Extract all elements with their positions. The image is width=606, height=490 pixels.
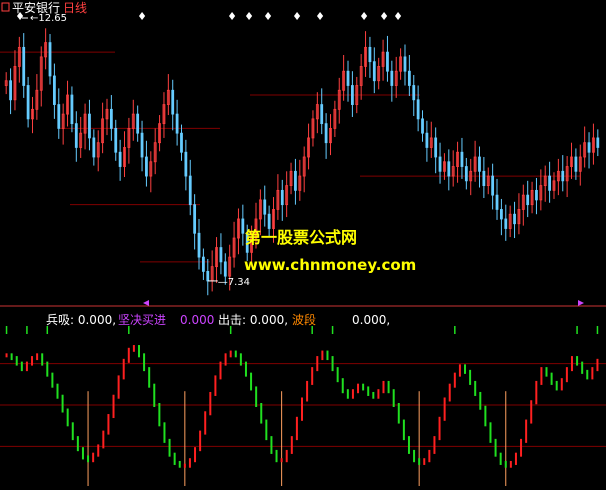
price-candle	[294, 170, 297, 191]
watermark-title: 第一股票公式网	[245, 228, 357, 247]
price-candle	[57, 104, 61, 129]
price-candle	[70, 94, 74, 125]
price-candle	[535, 189, 538, 201]
price-candle	[267, 213, 271, 229]
watermark-url: www.chnmoney.com	[244, 256, 416, 274]
price-candle	[425, 132, 429, 148]
price-candle	[118, 151, 122, 167]
price-candle	[390, 70, 394, 86]
price-candle	[201, 256, 205, 272]
indicator-label-2: 坚决买进	[118, 313, 166, 327]
price-candle	[478, 156, 481, 172]
price-candle	[596, 137, 600, 148]
price-candle	[26, 85, 30, 120]
price-low-label: —7.34	[218, 277, 250, 288]
price-candle	[491, 175, 495, 196]
indicator-label-3: 出击: 0.000,	[218, 313, 288, 327]
price-candle	[548, 175, 552, 191]
signal-dot: ♦	[227, 10, 237, 23]
price-candle	[88, 113, 91, 139]
signal-dot: ♦	[379, 10, 389, 23]
price-candle	[171, 89, 175, 115]
price-candle	[48, 42, 52, 77]
price-candle	[421, 118, 424, 134]
price-candle	[109, 108, 113, 129]
price-candle	[92, 137, 96, 158]
price-candle	[74, 123, 78, 148]
price-candle	[223, 261, 227, 277]
price-candle	[561, 170, 565, 182]
signal-dot: ♦	[137, 10, 147, 23]
price-candle	[460, 151, 464, 167]
price-candle	[197, 232, 201, 258]
price-candle	[372, 61, 376, 82]
price-candle	[574, 156, 578, 172]
price-candle	[184, 151, 188, 177]
signal-dot: ♦	[359, 10, 369, 23]
price-candle	[526, 194, 530, 206]
indicator-value-4: 0.000,	[352, 313, 390, 327]
price-candle	[280, 189, 284, 206]
price-candle	[22, 46, 26, 86]
price-candle	[114, 127, 118, 153]
price-candle	[263, 199, 267, 215]
price-candle	[495, 194, 499, 210]
price-high-label: ←12.65	[30, 13, 67, 24]
price-candle	[219, 247, 223, 263]
price-candle	[386, 51, 389, 72]
price-candle	[145, 156, 148, 177]
price-candle	[175, 113, 179, 134]
signal-dot: ♦	[292, 10, 302, 23]
price-candle	[447, 161, 451, 177]
price-candle	[320, 104, 324, 125]
price-candle	[324, 123, 328, 144]
indicator-label-1: 兵吸: 0.000,	[46, 313, 116, 327]
signal-dot: ♦	[15, 10, 25, 23]
price-candle	[407, 70, 411, 86]
price-candle	[180, 132, 183, 153]
price-candle	[434, 137, 438, 158]
price-candle	[350, 85, 354, 105]
price-candle	[438, 156, 442, 172]
indicator-label-4: 波段	[292, 312, 316, 327]
price-candle	[188, 175, 192, 206]
price-candle	[587, 142, 591, 153]
price-candle	[206, 270, 210, 282]
price-candle	[416, 99, 420, 120]
indicator-value-2: 0.000	[180, 313, 214, 327]
stock-chart-window: 平安银行 日线 ←12.65—7.34 ♦ ♦ ♦ ♦ ♦ ♦ ♦ ♦ ♦ ♦ 第一股票公式网 w…	[0, 0, 606, 490]
price-candle	[346, 70, 350, 86]
price-candle	[482, 170, 486, 187]
price-candle	[499, 209, 503, 220]
price-candle	[140, 132, 144, 158]
signal-dot: ♦	[244, 10, 254, 23]
price-candle	[403, 56, 407, 72]
price-candle	[9, 80, 12, 101]
price-candle	[464, 166, 468, 182]
signal-dot: ♦	[393, 10, 403, 23]
price-candle	[513, 213, 516, 225]
price-candle	[193, 204, 197, 234]
price-candle	[241, 218, 245, 234]
signal-dot: ♦	[315, 10, 325, 23]
price-candle	[412, 85, 416, 101]
price-candle	[136, 113, 140, 134]
price-candle	[504, 218, 508, 229]
price-candle	[52, 75, 56, 105]
signal-dot: ♦	[263, 10, 273, 23]
price-candle	[368, 46, 372, 63]
